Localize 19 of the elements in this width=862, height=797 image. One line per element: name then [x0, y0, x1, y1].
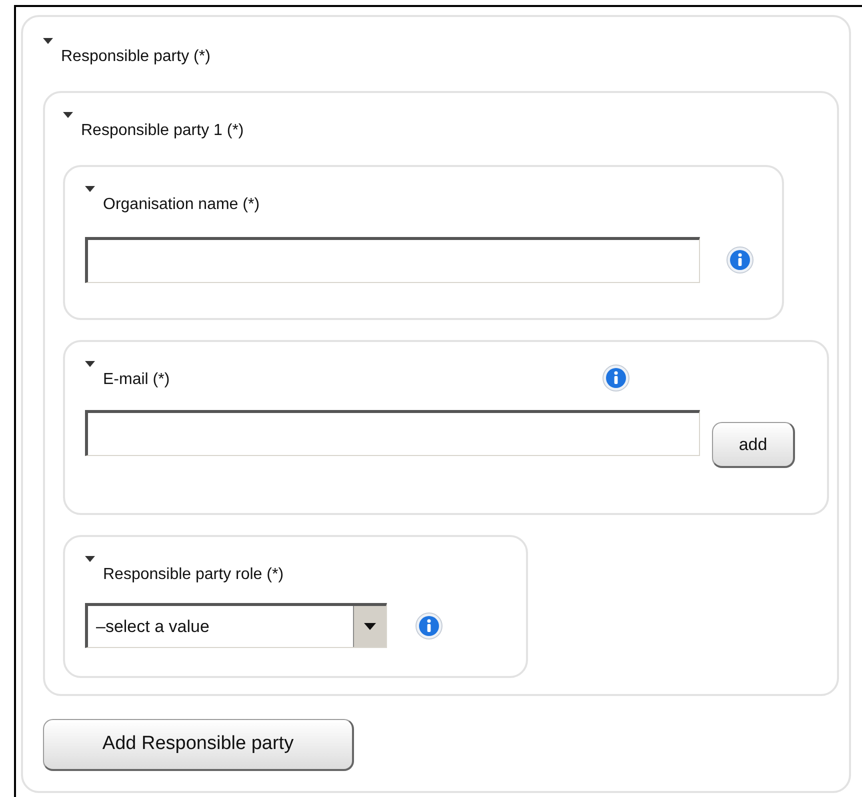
- add-button[interactable]: add: [712, 422, 795, 468]
- section-title: Organisation name (*): [103, 195, 260, 215]
- input-field[interactable]: [85, 237, 700, 283]
- select-dropdown[interactable]: –select a value: [85, 603, 387, 648]
- collapse-triangle-icon[interactable]: [85, 556, 95, 562]
- info-icon[interactable]: [415, 612, 443, 640]
- info-icon[interactable]: [602, 364, 630, 392]
- collapse-triangle-icon[interactable]: [85, 186, 95, 192]
- section-title: E-mail (*): [103, 370, 170, 390]
- section-title: Responsible party role (*): [103, 565, 284, 585]
- collapse-triangle-icon[interactable]: [43, 38, 53, 44]
- info-icon[interactable]: [726, 246, 754, 274]
- collapse-triangle-icon[interactable]: [63, 112, 73, 118]
- section-title: Responsible party (*): [61, 47, 210, 67]
- add-party-button[interactable]: Add Responsible party: [43, 719, 354, 771]
- caret-icon[interactable]: [364, 623, 376, 630]
- input-field[interactable]: [85, 410, 700, 456]
- collapse-triangle-icon[interactable]: [85, 361, 95, 367]
- section-title: Responsible party 1 (*): [81, 121, 244, 141]
